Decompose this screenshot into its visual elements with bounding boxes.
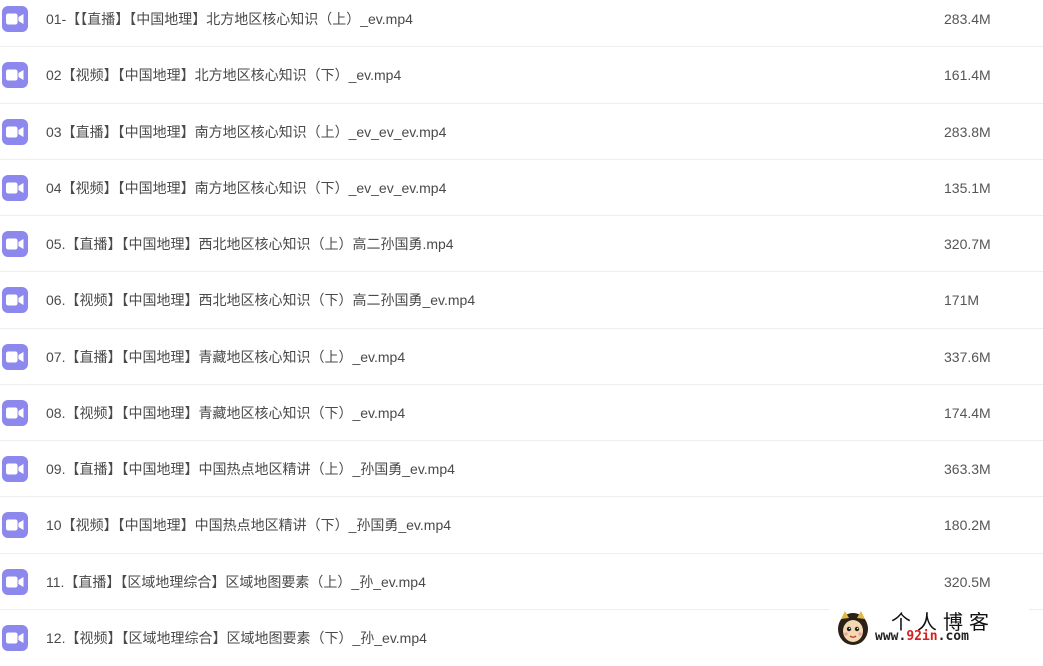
file-size: 171M	[944, 292, 980, 309]
video-icon[interactable]	[2, 287, 28, 314]
file-name[interactable]: 07.【直播】【中国地理】青藏地区核心知识（上）_ev.mp4	[46, 329, 405, 385]
video-icon[interactable]	[2, 6, 28, 32]
video-icon[interactable]	[2, 399, 28, 426]
watermark-url-prefix: www.	[875, 629, 907, 644]
file-size: 283.4M	[944, 11, 991, 27]
video-icon[interactable]	[2, 456, 28, 482]
file-row[interactable]: 11.【直播】【区域地理综合】区域地图要素（上）_孙_ev.mp4 320.5M	[0, 554, 1043, 610]
file-list: 01-【【直播】【中国地理】北方地区核心知识（上）_ev.mp4 283.4M 02…	[0, 0, 1043, 666]
file-size: 283.8M	[944, 123, 991, 140]
file-row[interactable]: 09.【直播】【中国地理】中国热点地区精讲（上）_孙国勇_ev.mp4 363.3…	[0, 441, 1043, 498]
file-name[interactable]: 05.【直播】【中国地理】西北地区核心知识（上）高二孙国勇.mp4	[46, 216, 454, 272]
file-name[interactable]: 02【视频】【中国地理】北方地区核心知识（下）_ev.mp4	[46, 47, 401, 103]
file-row[interactable]: 06.【视频】【中国地理】西北地区核心知识（下）高二孙国勇_ev.mp4 171M	[0, 272, 1043, 329]
file-name[interactable]: 03【直播】【中国地理】南方地区核心知识（上）_ev_ev_ev.mp4	[46, 104, 446, 160]
video-camera-glyph	[6, 238, 24, 250]
file-name[interactable]: 10【视频】【中国地理】中国热点地区精讲（下）_孙国勇_ev.mp4	[46, 497, 451, 553]
video-camera-glyph	[6, 69, 24, 81]
file-size: 320.7M	[944, 236, 991, 252]
video-camera-glyph	[6, 351, 24, 362]
file-size: 320.5M	[944, 573, 991, 590]
video-icon[interactable]	[2, 568, 28, 595]
file-name[interactable]: 12.【视频】【区域地理综合】区域地图要素（下）_孙_ev.mp4	[46, 610, 427, 666]
video-camera-glyph	[6, 126, 24, 137]
watermark-url: www.92in.com	[875, 629, 969, 644]
file-name[interactable]: 04【视频】【中国地理】南方地区核心知识（下）_ev_ev_ev.mp4	[46, 160, 446, 216]
watermark-url-accent: 92in	[906, 629, 938, 644]
file-row[interactable]: 02【视频】【中国地理】北方地区核心知识（下）_ev.mp4 161.4M	[0, 47, 1043, 104]
video-icon[interactable]	[2, 512, 28, 539]
mascot-logo-icon	[838, 611, 868, 645]
file-row[interactable]: 03【直播】【中国地理】南方地区核心知识（上）_ev_ev_ev.mp4 283.…	[0, 104, 1043, 160]
video-camera-glyph	[6, 182, 24, 194]
file-name[interactable]: 01-【【直播】【中国地理】北方地区核心知识（上）_ev.mp4	[46, 0, 413, 47]
file-size: 180.2M	[944, 517, 991, 534]
file-name[interactable]: 09.【直播】【中国地理】中国热点地区精讲（上）_孙国勇_ev.mp4	[46, 441, 455, 497]
video-icon[interactable]	[2, 174, 28, 201]
video-camera-glyph	[6, 576, 24, 587]
video-camera-glyph	[6, 519, 24, 531]
file-size: 363.3M	[944, 461, 991, 477]
file-name[interactable]: 06.【视频】【中国地理】西北地区核心知识（下）高二孙国勇_ev.mp4	[46, 272, 475, 328]
video-icon[interactable]	[2, 624, 28, 651]
file-size: 174.4M	[944, 404, 991, 421]
video-icon[interactable]	[2, 343, 28, 370]
file-name[interactable]: 11.【直播】【区域地理综合】区域地图要素（上）_孙_ev.mp4	[46, 554, 426, 610]
file-row[interactable]: 04【视频】【中国地理】南方地区核心知识（下）_ev_ev_ev.mp4 135.…	[0, 160, 1043, 216]
file-size: 135.1M	[944, 179, 991, 196]
video-icon[interactable]	[2, 231, 28, 257]
file-name[interactable]: 08.【视频】【中国地理】青藏地区核心知识（下）_ev.mp4	[46, 385, 405, 441]
video-camera-glyph	[6, 407, 24, 419]
video-camera-glyph	[6, 13, 24, 25]
file-row[interactable]: 10【视频】【中国地理】中国热点地区精讲（下）_孙国勇_ev.mp4 180.2M	[0, 497, 1043, 554]
site-watermark: 个人博客 www.92in.com	[829, 604, 1029, 650]
video-camera-glyph	[6, 463, 24, 475]
video-icon[interactable]	[2, 118, 28, 145]
watermark-url-suffix: .com	[937, 629, 969, 644]
file-size: 337.6M	[944, 348, 991, 365]
file-row[interactable]: 05.【直播】【中国地理】西北地区核心知识（上）高二孙国勇.mp4 320.7M	[0, 216, 1043, 273]
file-size: 161.4M	[944, 67, 991, 84]
file-row[interactable]: 01-【【直播】【中国地理】北方地区核心知识（上）_ev.mp4 283.4M	[0, 0, 1043, 48]
file-row[interactable]: 07.【直播】【中国地理】青藏地区核心知识（上）_ev.mp4 337.6M	[0, 329, 1043, 385]
video-icon[interactable]	[2, 62, 28, 89]
video-camera-glyph	[6, 294, 24, 306]
video-camera-glyph	[6, 632, 24, 644]
file-row[interactable]: 08.【视频】【中国地理】青藏地区核心知识（下）_ev.mp4 174.4M	[0, 385, 1043, 441]
